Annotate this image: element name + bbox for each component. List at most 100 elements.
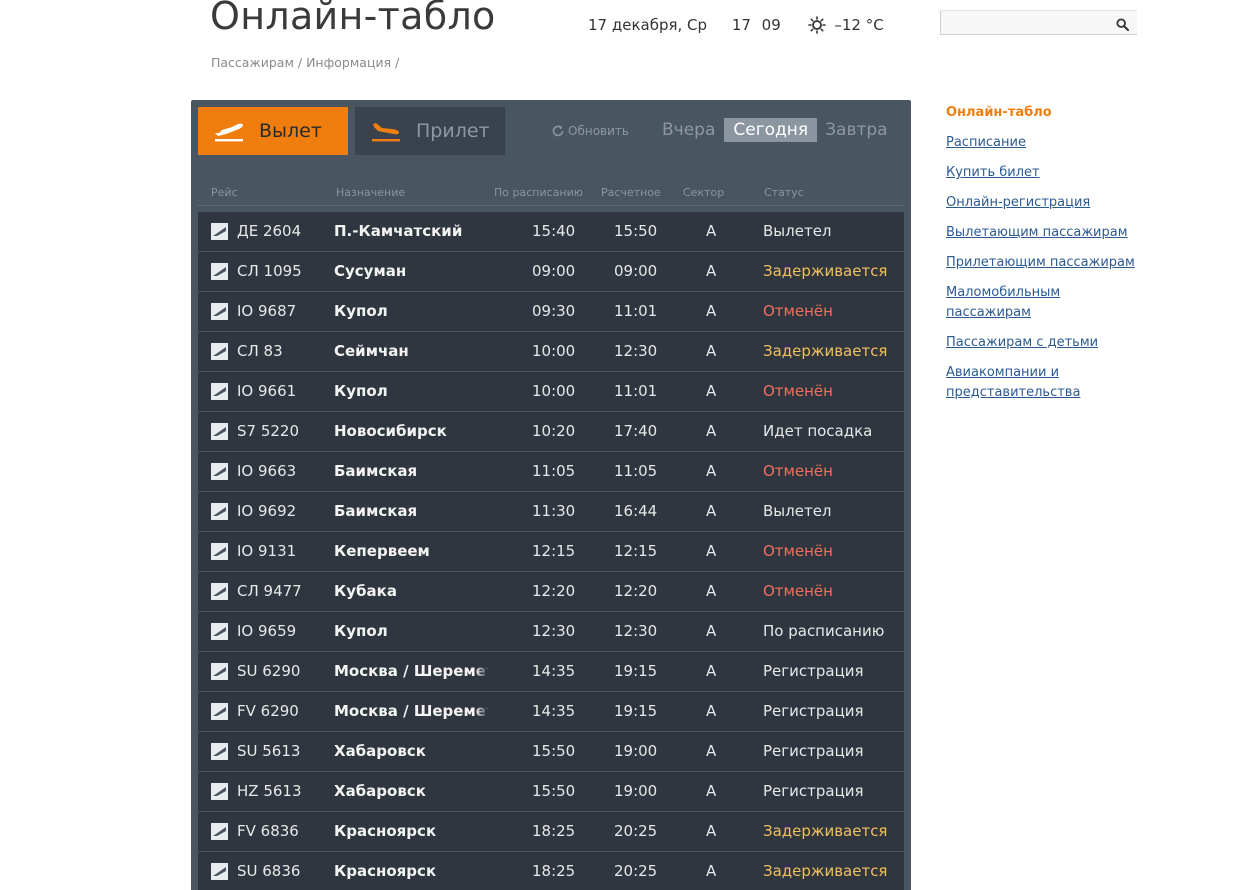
- destination: Купол: [334, 382, 489, 400]
- text-fade: [475, 662, 489, 680]
- tab-tomorrow[interactable]: Завтра: [820, 118, 892, 142]
- breadcrumb-information[interactable]: Информация: [306, 55, 391, 70]
- flight-status: Идет посадка: [763, 422, 873, 440]
- destination: Красноярск: [334, 822, 489, 840]
- flight-status: Вылетел: [763, 502, 832, 520]
- sidebar-link[interactable]: Расписание: [946, 133, 1146, 153]
- flight-status: Отменён: [763, 382, 833, 400]
- estimated-time: 11:01: [614, 302, 658, 320]
- table-row[interactable]: IO 9659 Купол 12:30 12:30 A По расписанию: [198, 612, 904, 652]
- destination-name: Баимская: [334, 502, 418, 520]
- table-row[interactable]: СЛ 1095 Сусуман 09:00 09:00 A Задерживается: [198, 252, 904, 292]
- scheduled-time: 14:35: [532, 662, 576, 680]
- table-row[interactable]: IO 9687 Купол 09:30 11:01 A Отменён: [198, 292, 904, 332]
- estimated-time: 17:40: [614, 422, 658, 440]
- sidebar-link[interactable]: Маломобильным пассажирам: [946, 283, 1146, 323]
- table-row[interactable]: IO 9661 Купол 10:00 11:01 A Отменён: [198, 372, 904, 412]
- flight-number: FV 6836: [237, 822, 299, 840]
- estimated-time: 20:25: [614, 822, 658, 840]
- destination-name: Кубака: [334, 582, 397, 600]
- breadcrumb-passengers[interactable]: Пассажирам: [211, 55, 294, 70]
- table-row[interactable]: S7 5220 Новосибирск 10:20 17:40 A Идет посадк…: [198, 412, 904, 452]
- table-row[interactable]: SU 6836 Красноярск 18:25 20:25 A Задерживаетс…: [198, 852, 904, 890]
- estimated-time: 12:30: [614, 622, 658, 640]
- text-fade: [475, 622, 489, 640]
- tab-today[interactable]: Сегодня: [724, 118, 818, 142]
- text-fade: [475, 502, 489, 520]
- sidebar-link[interactable]: Авиакомпании и представительства: [946, 363, 1146, 403]
- tab-arrivals[interactable]: Прилет: [355, 107, 505, 155]
- sidebar-link[interactable]: Онлайн-регистрация: [946, 193, 1146, 213]
- flight-number: IO 9659: [237, 622, 297, 640]
- destination-name: Купол: [334, 302, 388, 320]
- search-input[interactable]: [941, 11, 1111, 34]
- text-fade: [475, 822, 489, 840]
- scheduled-time: 09:00: [532, 262, 576, 280]
- tab-yesterday[interactable]: Вчера: [657, 118, 720, 142]
- destination: Баимская: [334, 462, 489, 480]
- airline-logo-icon: [211, 463, 228, 480]
- sidebar-link[interactable]: Вылетающим пассажирам: [946, 223, 1146, 243]
- sidebar-link[interactable]: Онлайн-табло: [946, 103, 1146, 123]
- flight-number: СЛ 1095: [237, 262, 302, 280]
- sun-icon: [807, 15, 826, 34]
- table-row[interactable]: SU 6290 Москва / Шереметь 14:35 19:15 A Регис…: [198, 652, 904, 692]
- text-fade: [475, 582, 489, 600]
- flight-number: SU 5613: [237, 742, 301, 760]
- flight-number: СЛ 83: [237, 342, 283, 360]
- estimated-time: 12:20: [614, 582, 658, 600]
- flight-number: HZ 5613: [237, 782, 302, 800]
- sector: A: [706, 782, 717, 800]
- current-date: 17 декабря, Ср: [588, 15, 708, 34]
- scheduled-time: 18:25: [532, 822, 576, 840]
- table-row[interactable]: HZ 5613 Хабаровск 15:50 19:00 A Регистрация: [198, 772, 904, 812]
- estimated-time: 12:30: [614, 342, 658, 360]
- table-row[interactable]: IO 9663 Баимская 11:05 11:05 A Отменён: [198, 452, 904, 492]
- text-fade: [475, 382, 489, 400]
- sidebar-link[interactable]: Пассажирам с детьми: [946, 333, 1146, 353]
- sector: A: [706, 542, 717, 560]
- flight-number: СЛ 9477: [237, 582, 302, 600]
- refresh-label: Обновить: [568, 124, 629, 138]
- sidebar-link[interactable]: Купить билет: [946, 163, 1146, 183]
- current-time: 17 09: [731, 15, 781, 34]
- airline-logo-icon: [211, 383, 228, 400]
- search-icon[interactable]: [1116, 16, 1129, 31]
- sector: A: [706, 302, 717, 320]
- column-header-scheduled: По расписанию: [494, 186, 583, 199]
- column-header-status: Статус: [764, 186, 804, 199]
- sidebar-link[interactable]: Прилетающим пассажирам: [946, 253, 1146, 273]
- tab-arrivals-label: Прилет: [416, 120, 490, 142]
- search-box: [940, 10, 1137, 35]
- scheduled-time: 10:00: [532, 342, 576, 360]
- column-header-sector: Сектор: [683, 186, 725, 199]
- scheduled-time: 12:30: [532, 622, 576, 640]
- flight-number: S7 5220: [237, 422, 300, 440]
- table-row[interactable]: FV 6290 Москва / Шереметь 14:35 19:15 A Регис…: [198, 692, 904, 732]
- tab-departures[interactable]: Вылет: [198, 107, 348, 155]
- table-row[interactable]: IO 9692 Баимская 11:30 16:44 A Вылетел: [198, 492, 904, 532]
- table-row[interactable]: SU 5613 Хабаровск 15:50 19:00 A Регистрация: [198, 732, 904, 772]
- table-row[interactable]: IO 9131 Кепервеем 12:15 12:15 A Отменён: [198, 532, 904, 572]
- sector: A: [706, 422, 717, 440]
- table-row[interactable]: FV 6836 Красноярск 18:25 20:25 A Задерживаетс…: [198, 812, 904, 852]
- flight-number: IO 9131: [237, 542, 297, 560]
- table-row[interactable]: СЛ 9477 Кубака 12:20 12:20 A Отменён: [198, 572, 904, 612]
- destination: Сусуман: [334, 262, 489, 280]
- airline-logo-icon: [211, 263, 228, 280]
- text-fade: [475, 262, 489, 280]
- column-header-destination: Назначение: [336, 186, 406, 199]
- flight-number: FV 6290: [237, 702, 299, 720]
- sector: A: [706, 502, 717, 520]
- flight-status: Отменён: [763, 542, 833, 560]
- header-info: 17 декабря, Ср 17 09 –12 °C: [588, 15, 884, 34]
- scheduled-time: 11:05: [532, 462, 576, 480]
- refresh-button[interactable]: Обновить: [551, 124, 629, 138]
- scheduled-time: 12:15: [532, 542, 576, 560]
- sector: A: [706, 702, 717, 720]
- destination: Сеймчан: [334, 342, 489, 360]
- table-row[interactable]: СЛ 83 Сеймчан 10:00 12:30 A Задерживается: [198, 332, 904, 372]
- scheduled-time: 10:00: [532, 382, 576, 400]
- estimated-time: 11:05: [614, 462, 658, 480]
- table-row[interactable]: ДЕ 2604 П.-Камчатский 15:40 15:50 A Вылетел: [198, 212, 904, 252]
